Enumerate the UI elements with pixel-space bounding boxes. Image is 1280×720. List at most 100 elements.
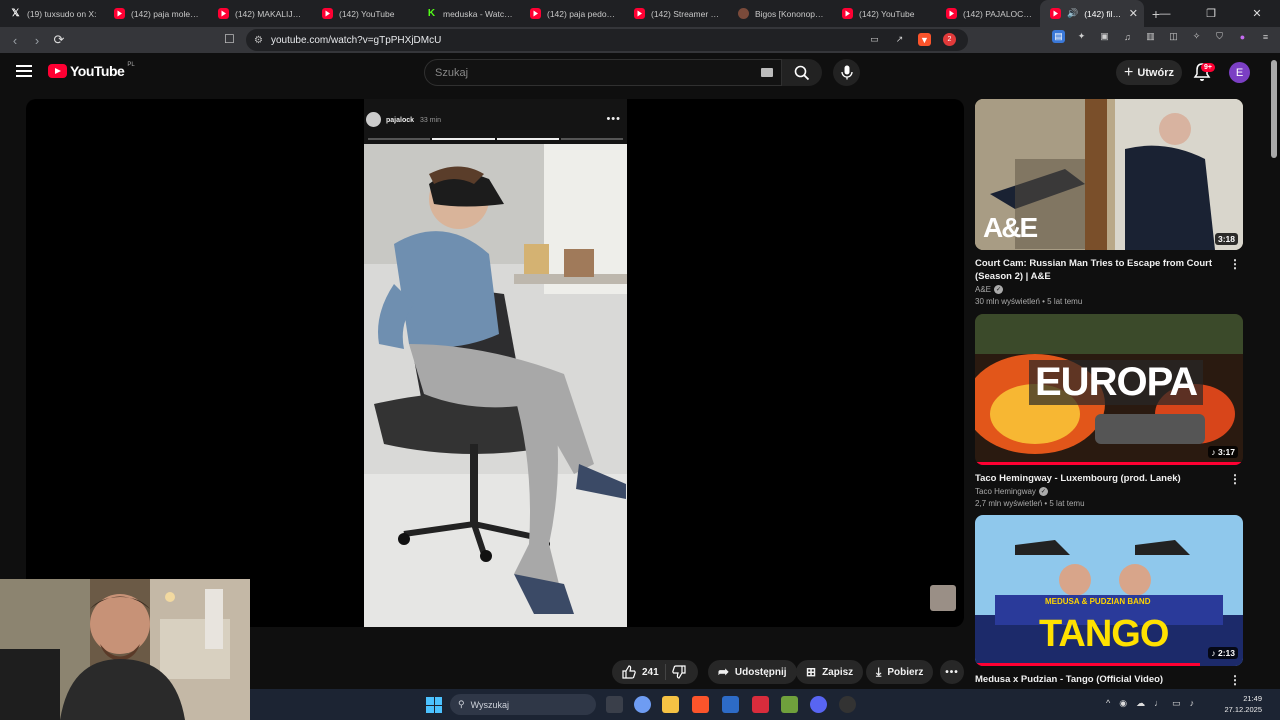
recommendation-channel[interactable]: Taco Hemingway ✓: [975, 487, 1243, 496]
search-button[interactable]: [782, 59, 822, 86]
channel-watermark[interactable]: [930, 585, 956, 611]
recommendation-title[interactable]: Medusa x Pudzian - Tango (Official Video…: [975, 673, 1215, 686]
download-button[interactable]: ⤓ Pobierz: [866, 660, 934, 684]
browser-tab[interactable]: (142) YouTube: [832, 0, 936, 27]
address-bar[interactable]: ⚙ youtube.com/watch?v=gTpPHXjDMcU ▭ ↗ ▼ …: [246, 29, 968, 51]
browser-tab[interactable]: (142) PAJALOCK CZ: [936, 0, 1040, 27]
like-icon[interactable]: [622, 665, 636, 679]
embedded-short-frame: pajalock 33 min •••: [364, 99, 627, 627]
file-explorer-icon[interactable]: [662, 696, 679, 713]
leo-icon[interactable]: ✧: [1190, 30, 1203, 43]
tray-mic-icon[interactable]: ♩: [1154, 698, 1163, 709]
video-duration: ♪ 2:13: [1208, 647, 1238, 659]
recommendation-item[interactable]: A&E 3:18 Court Cam: Russian Man Tries to…: [975, 99, 1243, 306]
brave-active-icon[interactable]: [752, 696, 769, 713]
browser-toolbar: ‹ › ⟳ ☐ ⚙ youtube.com/watch?v=gTpPHXjDMc…: [0, 27, 1280, 53]
close-tab-icon[interactable]: ✕: [1129, 7, 1138, 20]
page-scrollbar[interactable]: [1271, 60, 1277, 158]
site-info-icon[interactable]: ⚙: [254, 35, 263, 46]
tray-cloud-icon[interactable]: ☁: [1136, 698, 1145, 709]
store-icon[interactable]: [722, 696, 739, 713]
more-vertical-icon[interactable]: ⋮: [1229, 673, 1241, 687]
recommendation-thumbnail[interactable]: MEDUSA & PUDZIAN BAND TANGO ♪ 2:13: [975, 515, 1243, 666]
hamburger-menu-icon[interactable]: [16, 65, 32, 77]
browser-tab-title: (142) filip pi: [1084, 8, 1123, 19]
tray-display-icon[interactable]: ▭: [1172, 698, 1181, 709]
terminal-icon[interactable]: [781, 696, 798, 713]
story-progress: [368, 138, 623, 140]
recommendation-item[interactable]: MEDUSA & PUDZIAN BAND TANGO ♪ 2:13 Medus…: [975, 515, 1243, 687]
watch-progress-bar: [975, 663, 1200, 666]
browser-tab[interactable]: (142) YouTube: [312, 0, 416, 27]
discord-icon[interactable]: [810, 696, 827, 713]
video-frame-image: [364, 144, 627, 627]
keyboard-icon[interactable]: [761, 68, 773, 77]
volume-icon[interactable]: ♪: [1190, 698, 1195, 709]
more-options-icon[interactable]: •••: [606, 113, 621, 125]
extension-1-icon[interactable]: ▤: [1052, 30, 1065, 43]
more-vertical-icon[interactable]: ⋮: [1229, 257, 1241, 271]
recommendation-title[interactable]: Court Cam: Russian Man Tries to Escape f…: [975, 257, 1215, 283]
create-button[interactable]: + Utwórz: [1116, 60, 1182, 85]
browser-tab[interactable]: (142) Streamer odp: [624, 0, 728, 27]
obs-icon[interactable]: [839, 696, 856, 713]
video-duration: ♪ 3:17: [1208, 446, 1238, 458]
windows-start-icon[interactable]: [426, 697, 442, 713]
recommendation-item[interactable]: EUROPA ♪ 3:17 Taco Hemingway - Luxembour…: [975, 314, 1243, 508]
cast-icon[interactable]: ▭: [868, 33, 881, 46]
brave-rewards-icon[interactable]: 2: [943, 33, 956, 46]
youtube-header: YouTube PL + Utwórz 9+ E: [0, 53, 1280, 93]
recommendation-channel[interactable]: A&E ✓: [975, 285, 1243, 294]
more-horizontal-icon: •••: [945, 666, 959, 678]
verified-icon: ✓: [1038, 487, 1048, 496]
video-player[interactable]: pajalock 33 min •••: [26, 99, 964, 627]
recommendation-thumbnail[interactable]: A&E 3:18: [975, 99, 1243, 250]
audio-playing-icon[interactable]: 🔊: [1067, 8, 1078, 19]
more-vertical-icon[interactable]: ⋮: [1229, 472, 1241, 486]
tray-app-icon[interactable]: ◉: [1119, 698, 1127, 709]
sidebar-icon[interactable]: ▥: [1144, 30, 1157, 43]
copilot-icon[interactable]: [634, 696, 651, 713]
puzzle-icon[interactable]: ✦: [1075, 30, 1088, 43]
browser-tab[interactable]: 🔊 (142) filip pi ✕: [1040, 0, 1144, 27]
browser-tab[interactable]: 𝕏 (19) tuxsudo on X:: [0, 0, 104, 27]
bookmark-icon[interactable]: ☐: [224, 32, 235, 46]
share-icon: ➦: [718, 664, 729, 679]
search-input[interactable]: [435, 66, 735, 79]
browser-tab[interactable]: Kmeduska - Watch c: [416, 0, 520, 27]
reload-icon[interactable]: ⟳: [48, 29, 70, 51]
browser-tab[interactable]: Bigos [Kononopedia: [728, 0, 832, 27]
task-view-icon[interactable]: [606, 696, 623, 713]
brave-icon[interactable]: [692, 696, 709, 713]
share-button[interactable]: ➦ Udostępnij: [708, 660, 797, 684]
youtube-logo[interactable]: YouTube PL: [48, 62, 135, 79]
taskbar-search[interactable]: ⚲ Wyszukaj: [450, 694, 596, 715]
dislike-icon[interactable]: [671, 665, 686, 679]
chevron-up-icon[interactable]: ^: [1106, 698, 1110, 709]
browser-tab[interactable]: (142) paja molestuje: [104, 0, 208, 27]
browser-tab[interactable]: (142) paja pedobea: [520, 0, 624, 27]
voice-search-button[interactable]: [833, 59, 860, 86]
account-avatar[interactable]: E: [1229, 62, 1250, 83]
clock[interactable]: 21:49 27.12.2025: [1224, 693, 1262, 715]
search-box[interactable]: [424, 59, 782, 86]
music-icon[interactable]: ♫: [1121, 30, 1134, 43]
extension-2-icon[interactable]: ▣: [1098, 30, 1111, 43]
recommendation-thumbnail[interactable]: EUROPA ♪ 3:17: [975, 314, 1243, 465]
brave-shields-icon[interactable]: ▼: [918, 33, 931, 46]
close-window-icon[interactable]: ✕: [1234, 0, 1280, 27]
recommendation-title[interactable]: Taco Hemingway - Luxembourg (prod. Lanek…: [975, 472, 1215, 485]
wallet-icon[interactable]: ◫: [1167, 30, 1180, 43]
back-icon[interactable]: ‹: [4, 29, 26, 51]
save-button[interactable]: ⊞ Zapisz: [796, 660, 864, 684]
browser-tab-title: Bigos [Kononopedia: [755, 8, 826, 19]
forward-icon[interactable]: ›: [26, 29, 48, 51]
minimize-icon[interactable]: —: [1142, 0, 1188, 27]
more-actions-button[interactable]: •••: [940, 660, 964, 684]
menu-icon[interactable]: ≡: [1259, 30, 1272, 43]
profile-icon[interactable]: ●: [1236, 30, 1249, 43]
browser-tab[interactable]: (142) MAKALIJER TR: [208, 0, 312, 27]
vpn-icon[interactable]: ⛉: [1213, 30, 1226, 43]
maximize-icon[interactable]: ❐: [1188, 0, 1234, 27]
share-page-icon[interactable]: ↗: [893, 33, 906, 46]
